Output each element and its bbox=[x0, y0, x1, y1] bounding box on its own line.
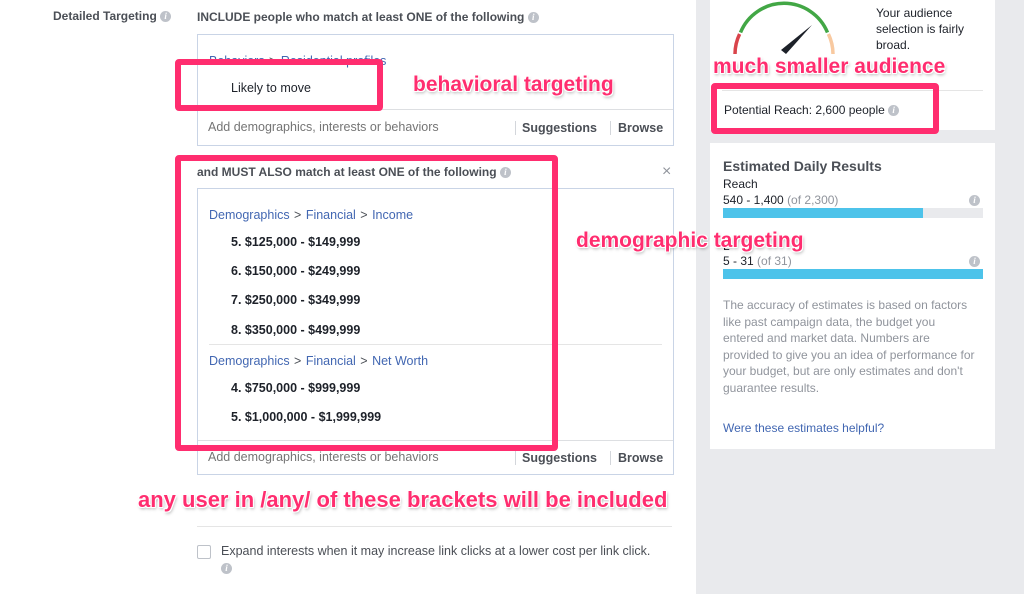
info-icon[interactable]: i bbox=[160, 11, 172, 23]
info-icon[interactable]: i bbox=[969, 195, 980, 206]
estimates-title: Estimated Daily Results bbox=[723, 158, 882, 174]
detailed-targeting-label: Detailed Targeting i bbox=[53, 9, 172, 23]
divider bbox=[515, 121, 516, 135]
annotation-brackets: any user in /any/ of these brackets will… bbox=[138, 487, 668, 512]
annotation-box-behavioral bbox=[175, 59, 383, 111]
include-search-input[interactable] bbox=[206, 119, 510, 135]
annotation-demographic-targeting: demographic targeting bbox=[576, 229, 804, 252]
remove-group-close-icon[interactable]: × bbox=[662, 163, 671, 181]
include-header-text: INCLUDE people who match at least ONE of… bbox=[197, 10, 525, 24]
divider bbox=[515, 451, 516, 465]
gauge-peach-segment bbox=[826, 33, 835, 55]
browse-button[interactable]: Browse bbox=[618, 121, 663, 135]
must-also-search-input[interactable] bbox=[206, 449, 510, 465]
estimated-daily-results-panel: Estimated Daily Results Reach 540 - 1,40… bbox=[710, 143, 995, 449]
metric-reach-bar-fill bbox=[723, 208, 924, 218]
annotation-box-demographic bbox=[175, 155, 558, 451]
metric-2-bar bbox=[723, 269, 983, 279]
detailed-targeting-text: Detailed Targeting bbox=[53, 9, 157, 23]
divider bbox=[610, 121, 611, 135]
gauge-needle bbox=[781, 25, 812, 54]
annotation-behavioral-targeting: behavioral targeting bbox=[413, 73, 614, 96]
metric-2-range: 5 - 31 bbox=[723, 254, 754, 268]
browse-button[interactable]: Browse bbox=[618, 451, 663, 465]
metric-reach-range: 540 - 1,400 bbox=[723, 193, 784, 207]
gauge-green-segment bbox=[738, 1, 830, 34]
include-header: INCLUDE people who match at least ONE of… bbox=[197, 10, 539, 24]
annotation-much-smaller-audience: much smaller audience bbox=[713, 55, 946, 78]
expand-interests-checkbox[interactable] bbox=[197, 545, 211, 559]
metric-reach-total: (of 2,300) bbox=[787, 193, 839, 207]
annotation-box-potential-reach bbox=[711, 83, 939, 134]
expand-interests-label: Expand interests when it may increase li… bbox=[221, 543, 661, 577]
estimates-feedback-link[interactable]: Were these estimates helpful? bbox=[723, 421, 884, 435]
gauge-description: Your audience selection is fairly broad. bbox=[876, 6, 965, 52]
info-icon[interactable]: i bbox=[969, 256, 980, 267]
metric-2-values: 5 - 31 (of 31) bbox=[723, 254, 792, 268]
metric-2-bar-fill bbox=[723, 269, 983, 279]
info-icon[interactable]: i bbox=[527, 12, 539, 24]
metric-reach-bar bbox=[723, 208, 983, 218]
expand-interests-text: Expand interests when it may increase li… bbox=[221, 544, 651, 558]
divider bbox=[610, 451, 611, 465]
suggestions-button[interactable]: Suggestions bbox=[522, 121, 597, 135]
suggestions-button[interactable]: Suggestions bbox=[522, 451, 597, 465]
metric-reach-values: 540 - 1,400 (of 2,300) bbox=[723, 193, 838, 207]
metric-reach-label: Reach bbox=[723, 177, 758, 191]
gauge-red-segment bbox=[733, 33, 742, 55]
audience-gauge bbox=[733, 1, 835, 55]
divider bbox=[197, 526, 672, 527]
metric-2-total: (of 31) bbox=[757, 254, 792, 268]
estimates-disclaimer: The accuracy of estimates is based on fa… bbox=[723, 298, 975, 395]
info-icon[interactable]: i bbox=[221, 563, 232, 575]
